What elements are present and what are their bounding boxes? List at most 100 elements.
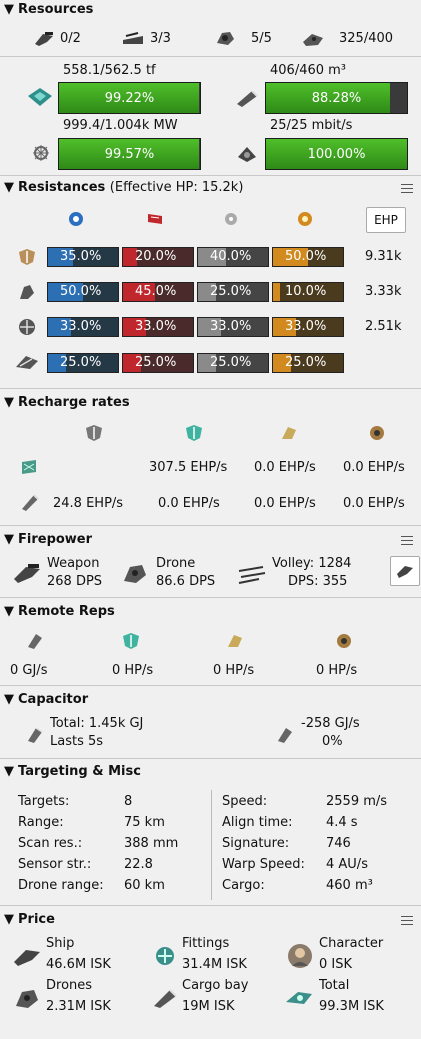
armor-resist-thermal: 45.0% [122,282,194,302]
collapse-triangle-icon[interactable]: ▼ [4,532,18,547]
capacitor-header[interactable]: ▼ Capacitor [4,692,88,707]
total-price-icon [286,992,312,1004]
cpu-label: 558.1/562.5 tf [63,63,156,78]
recharge-header[interactable]: ▼ Recharge rates [4,395,130,410]
collapse-triangle-icon[interactable]: ▼ [4,604,18,619]
drone-bandwidth-value: 5/5 [251,31,272,46]
shield-recharge-icon [186,425,202,441]
drone-bandwidth-icon [217,32,234,45]
hull-resist-em: 33.0% [47,317,119,337]
capacitor-total: Total: 1.45k GJ [50,716,144,731]
hull-resist-explosive: 33.0% [272,317,344,337]
calibration-icon [303,34,323,46]
shield-resist-kinetic: 40.0% [197,247,269,267]
shield-ehp-value: 9.31k [365,249,402,264]
collapse-triangle-icon[interactable]: ▼ [4,395,18,410]
drone-dps-value: 86.6 DPS [156,574,216,589]
total-dps-value: DPS: 355 [288,574,348,589]
damage-pattern-resist-kinetic: 25.0% [197,353,269,373]
weapon-label: Weapon [47,556,100,571]
armor-resist-explosive: 10.0% [272,282,344,302]
armor-repairer-icon [22,494,39,511]
targeting-label: Align time: [222,815,293,830]
explosive-icon [298,212,312,226]
hull-ehp-value: 2.51k [365,319,402,334]
hull-resist-kinetic: 33.0% [197,317,269,337]
total-price-label: Total [319,978,350,993]
capacitor-icon [28,727,43,743]
fittings-price-label: Fittings [182,936,230,951]
power-label: 999.4/1.004k MW [63,118,178,133]
armor-passive-recharge-value: 24.8 EHP/s [53,496,124,511]
collapse-triangle-icon[interactable]: ▼ [4,180,18,195]
em-icon [69,212,83,226]
firepower-header[interactable]: ▼ Firepower [4,532,92,547]
cpu-icon [28,88,52,106]
armor-ehp-value: 3.33k [365,284,402,299]
targeting-label: Cargo: [222,878,265,893]
shield-resist-em: 35.0% [47,247,119,267]
collapse-triangle-icon[interactable]: ▼ [4,764,18,779]
remote-capacitor-icon [28,634,42,649]
armor-shield-recharge-value: 0.0 EHP/s [158,496,220,511]
shield-resist-explosive: 50.0% [272,247,344,267]
drone-icon [124,565,146,583]
damage-pattern-resist-explosive: 25.0% [272,353,344,373]
remote-hull-value: 0 HP/s [316,663,358,678]
collapse-triangle-icon[interactable]: ▼ [4,912,18,927]
volley-icon [238,566,266,584]
shield-hull-recharge-value: 0.0 EHP/s [343,460,405,475]
targeting-value: 4.4 s [326,815,358,830]
ship-price-label: Ship [46,936,75,951]
targeting-value: 8 [124,794,133,809]
resistances-menu-icon[interactable] [401,184,413,194]
drone-label: Drone [156,556,196,571]
drones-price-label: Drones [46,978,93,993]
targeting-value: 60 km [124,878,165,893]
targeting-label: Range: [18,815,64,830]
hull-repair-icon [370,426,384,440]
drone-bw-label: 25/25 mbit/s [270,118,353,133]
targeting-header[interactable]: ▼ Targeting & Misc [4,764,141,779]
launcher-hardpoint-icon [123,32,143,44]
collapse-triangle-icon[interactable]: ▼ [4,692,18,707]
remote-shield-icon [123,633,139,649]
remote-reps-header[interactable]: ▼ Remote Reps [4,604,115,619]
targeting-value: 4 AU/s [326,857,368,872]
total-price-value: 99.3M ISK [319,999,384,1014]
powergrid-icon [33,145,49,161]
damage-profile-button[interactable] [390,556,420,586]
targeting-value: 460 m³ [326,878,373,893]
shield-icon [19,249,35,265]
cargo-bar: 88.28% [265,82,408,114]
ehp-toggle-button[interactable]: EHP [366,207,406,233]
weapon-icon [14,564,40,583]
resistances-header[interactable]: ▼ Resistances (Effective HP: 15.2k) [4,180,243,195]
armor-resist-kinetic: 25.0% [197,282,269,302]
cargo-bay-price-value: 19M ISK [182,999,235,1014]
targeting-value: 2559 m/s [326,794,388,809]
drones-price-value: 2.31M ISK [46,999,111,1014]
shield-passive-recharge-value: 307.5 EHP/s [149,460,228,475]
cargo-bay-price-icon [154,989,177,1008]
ship-price-icon [14,950,40,966]
resources-header[interactable]: ▼ Resources [4,2,93,17]
collapse-triangle-icon[interactable]: ▼ [4,2,18,17]
shield-booster-icon [22,460,36,474]
kinetic-icon [225,213,237,225]
armor-repair-icon [282,427,296,439]
firepower-menu-icon[interactable] [401,536,413,546]
remote-armor-value: 0 HP/s [213,663,255,678]
price-menu-icon[interactable] [401,916,413,926]
capacitor-delta-icon [278,728,292,743]
targeting-label: Drone range: [18,878,104,893]
targeting-label: Targets: [18,794,70,809]
turret-hardpoint-value: 0/2 [60,31,81,46]
remote-armor-icon [228,635,242,647]
character-price-value: 0 ISK [319,957,353,972]
targeting-value: 746 [326,836,351,851]
price-header[interactable]: ▼ Price [4,912,55,927]
remote-capacitor-value: 0 GJ/s [10,663,48,678]
character-price-icon [288,944,312,968]
armor-armor-recharge-value: 0.0 EHP/s [254,496,316,511]
